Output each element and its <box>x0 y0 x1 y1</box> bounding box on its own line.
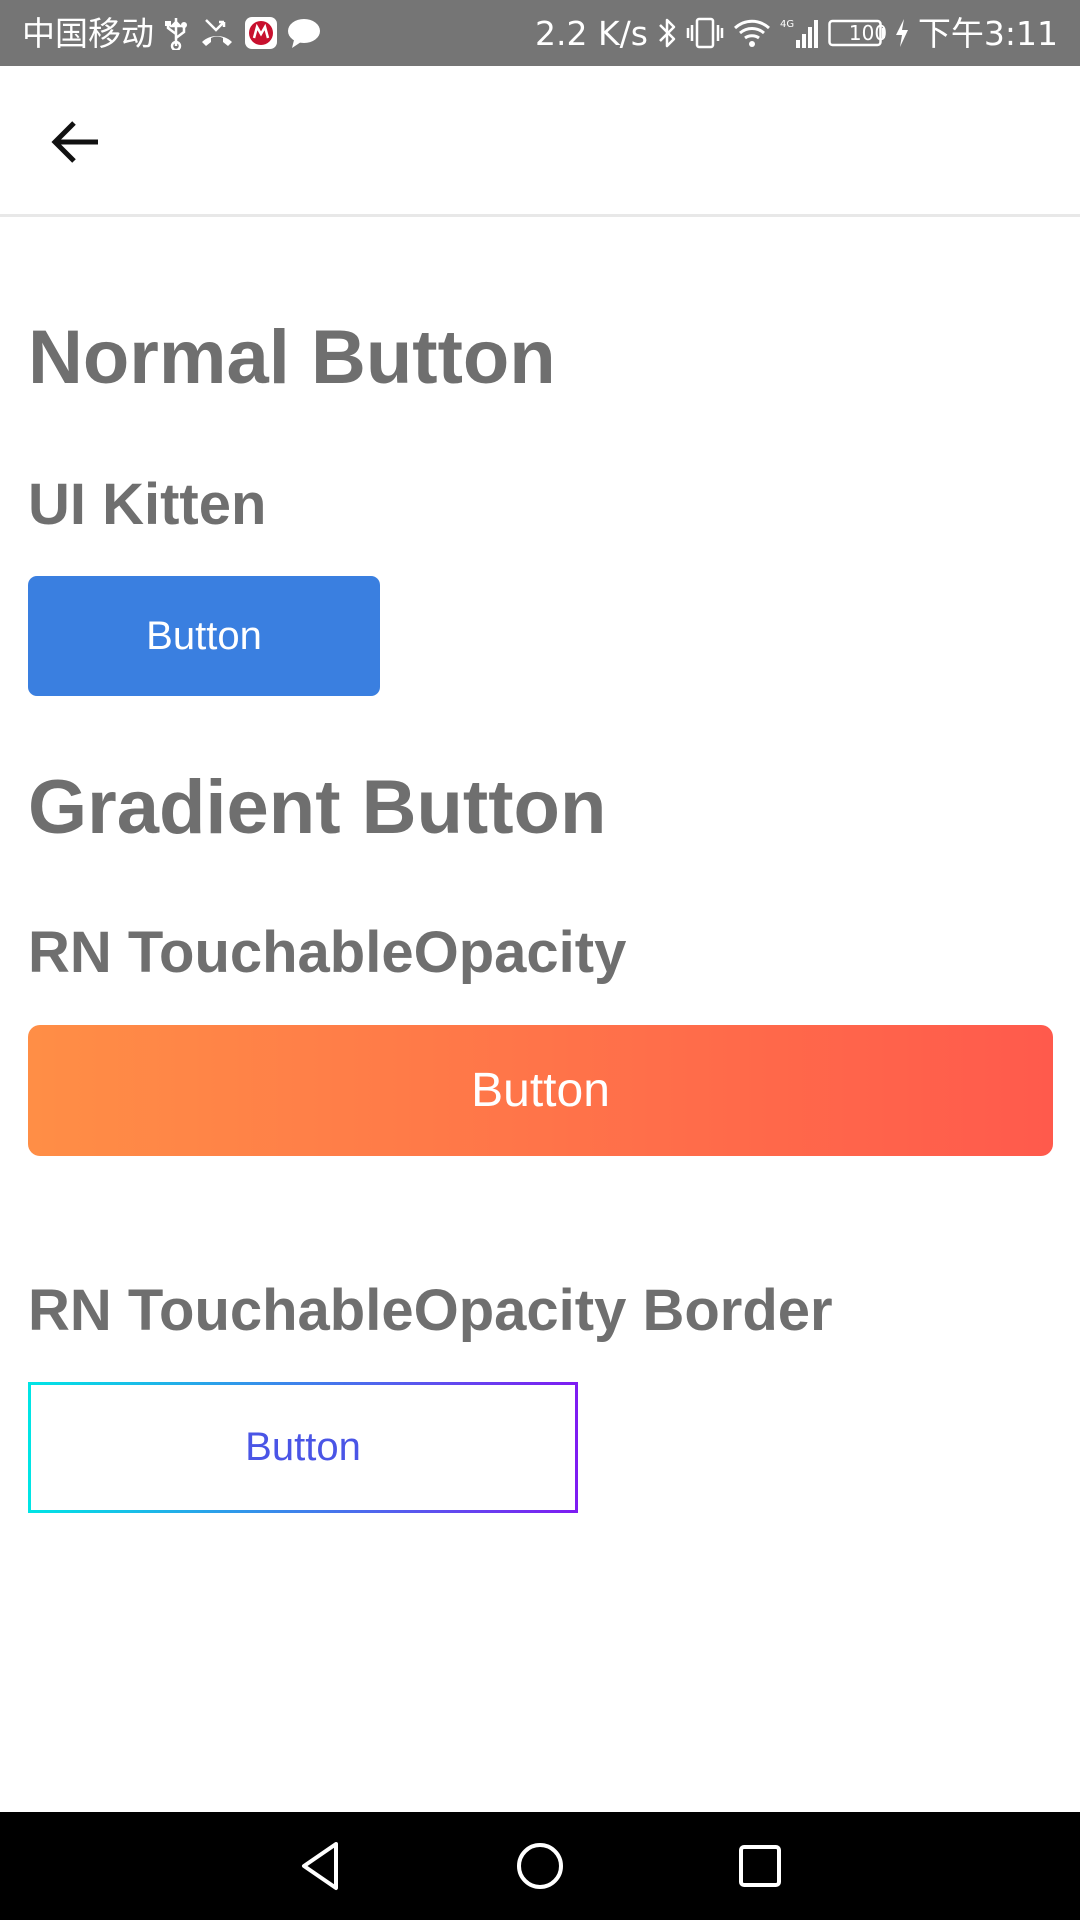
4g-signal-icon: 4G <box>780 13 820 53</box>
back-triangle-icon <box>302 1842 338 1890</box>
charging-icon <box>894 13 910 53</box>
chat-bubble-icon <box>286 13 322 53</box>
ui-kitten-heading: UI Kitten <box>28 472 267 537</box>
status-right: 2.2 K/s 4G 下午3:11 <box>535 0 1058 66</box>
nav-back-button[interactable] <box>288 1834 352 1898</box>
home-circle-icon <box>517 1843 563 1889</box>
arrow-left-icon <box>51 121 98 163</box>
svg-text:4G: 4G <box>780 19 794 30</box>
ui-kitten-button[interactable]: Button <box>28 576 380 696</box>
network-speed: 2.2 K/s <box>534 13 648 53</box>
app-bar <box>0 66 1080 217</box>
clock: 下午3:11 <box>917 13 1058 53</box>
recents-square-icon <box>739 1845 781 1887</box>
bluetooth-icon <box>656 13 678 53</box>
normal-button-heading: Normal Button <box>28 315 556 400</box>
gradient-button[interactable]: Button <box>28 1025 1053 1156</box>
app-notification-icon <box>244 13 278 53</box>
rn-touchable-border-heading: RN TouchableOpacity Border <box>28 1278 833 1343</box>
vibrate-icon <box>686 13 724 53</box>
rn-touchable-heading: RN TouchableOpacity <box>28 920 627 985</box>
wifi-icon <box>732 13 772 53</box>
gradient-border-button[interactable]: Button <box>28 1382 578 1513</box>
gradient-button-heading: Gradient Button <box>28 765 607 850</box>
system-nav-bar <box>0 1812 1080 1920</box>
status-left: 中国移动 <box>22 0 330 66</box>
nav-home-button[interactable] <box>508 1834 572 1898</box>
battery-level: 100 <box>848 21 888 45</box>
gradient-border-button-label: Button <box>31 1385 575 1510</box>
missed-call-icon <box>198 13 236 53</box>
nav-recents-button[interactable] <box>728 1834 792 1898</box>
back-button[interactable] <box>36 102 116 182</box>
usb-icon <box>162 13 190 53</box>
status-bar: 中国移动 2.2 K/s 4G 下午3:11 100 <box>0 0 1080 66</box>
carrier-name: 中国移动 <box>22 13 154 53</box>
